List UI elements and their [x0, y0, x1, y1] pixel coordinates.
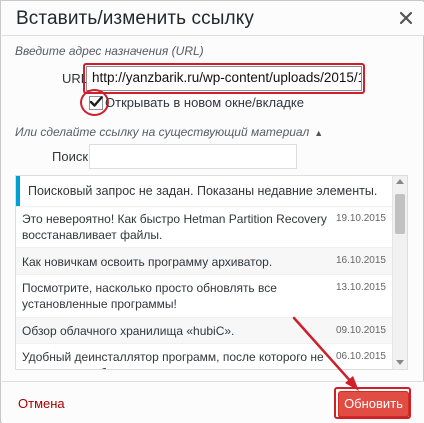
scroll-down-icon[interactable] [396, 360, 404, 365]
results-panel: Поисковый запрос не задан. Показаны неда… [15, 175, 408, 370]
list-item[interactable]: Это невероятно! Как быстро Hetman Partit… [16, 206, 394, 248]
results-list: Это невероятно! Как быстро Hetman Partit… [16, 206, 394, 369]
list-item-title: Удобный деинсталлятор программ, после ко… [22, 350, 324, 369]
list-item[interactable]: Как новичкам освоить программу архиватор… [16, 248, 394, 275]
list-item[interactable]: Удобный деинсталлятор программ, после ко… [16, 344, 394, 369]
url-input[interactable]: http://yanzbarik.ru/wp-content/uploads/2… [86, 66, 362, 91]
cancel-link[interactable]: Отмена [18, 396, 65, 411]
results-scrollbar[interactable] [392, 176, 407, 369]
link-dialog: Вставить/изменить ссылку Введите адрес н… [0, 0, 424, 423]
triangle-up-icon: ▲ [314, 128, 324, 138]
list-item-date: 16.10.2015 [335, 255, 386, 266]
list-item[interactable]: Посмотрите, насколько просто обновлять в… [16, 275, 394, 318]
close-icon[interactable] [398, 10, 414, 26]
list-item-title: Посмотрите, насколько просто обновлять в… [22, 281, 277, 311]
scroll-up-icon[interactable] [396, 179, 404, 184]
dialog-footer: Отмена Обновить [2, 381, 424, 423]
search-label: Поиск [52, 149, 89, 164]
list-item-title: Обзор облачного хранилища «hubiC». [22, 324, 235, 338]
existing-content-toggle-label: Или сделайте ссылку на существующий мате… [15, 125, 310, 139]
results-notice: Поисковый запрос не задан. Показаны неда… [16, 176, 392, 206]
checkmark-icon [89, 96, 103, 107]
list-item-date: 13.10.2015 [335, 282, 386, 293]
new-tab-label: Открывать в новом окне/вкладке [105, 95, 304, 110]
dialog-title: Вставить/изменить ссылку [16, 8, 254, 29]
update-button[interactable]: Обновить [338, 391, 409, 417]
url-label: URL [62, 71, 89, 86]
list-item-title: Это невероятно! Как быстро Hetman Partit… [22, 212, 327, 242]
dialog-header: Вставить/изменить ссылку [2, 2, 424, 36]
list-item-title: Как новичкам освоить программу архиватор… [22, 255, 273, 269]
list-item[interactable]: Обзор облачного хранилища «hubiC». 09.10… [16, 318, 394, 344]
search-input[interactable] [89, 144, 297, 169]
list-item-date: 19.10.2015 [335, 213, 386, 224]
existing-content-toggle[interactable]: Или сделайте ссылку на существующий мате… [15, 125, 323, 139]
url-section-label: Введите адрес назначения (URL) [15, 44, 204, 58]
scrollbar-thumb[interactable] [395, 194, 405, 234]
list-item-date: 09.10.2015 [335, 325, 386, 336]
new-tab-checkbox[interactable] [89, 96, 103, 110]
list-item-date: 06.10.2015 [335, 351, 386, 362]
